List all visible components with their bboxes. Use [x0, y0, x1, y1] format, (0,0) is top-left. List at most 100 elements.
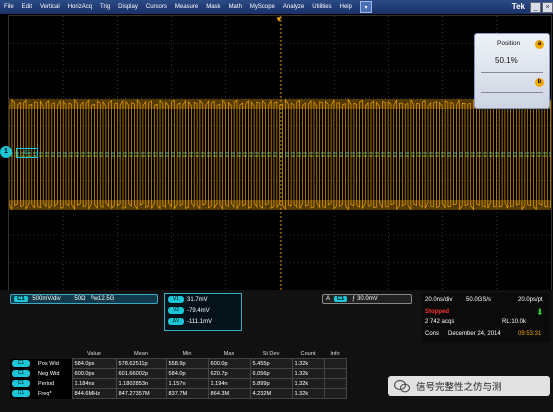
divider — [481, 72, 543, 73]
menu-item-measure[interactable]: Measure — [171, 4, 202, 10]
channel-pill: C1 — [12, 390, 30, 397]
chat-bubble-icon — [394, 379, 410, 393]
meas-min: 1.157n — [165, 378, 209, 389]
menu-item-display[interactable]: Display — [114, 4, 142, 10]
menu-item-edit[interactable]: Edit — [18, 4, 36, 10]
menu-item-horizacq[interactable]: HorizAcq — [64, 4, 96, 10]
cursor-value: -79.4mV — [187, 307, 210, 314]
position-value: 50.1% — [495, 56, 518, 65]
meas-value: 584.0ps — [71, 358, 117, 369]
cursor-readout[interactable]: V1 31.7mV V2 -79.4mV ΔV -111.1mV — [164, 293, 242, 331]
menu-item-math[interactable]: Math — [225, 4, 246, 10]
sample-rate: 50.0GS/s — [466, 297, 492, 303]
measurement-row[interactable]: C1 Neg Wid 600.0ps 601.66002p 584.0p 620… — [10, 368, 347, 379]
waveform-display[interactable] — [8, 15, 552, 291]
trigger-position-marker[interactable]: ▼ — [275, 15, 283, 24]
waveform-high-band — [9, 99, 551, 109]
measurement-row[interactable]: C1 Pos Wid 584.0ps 578.62511p 558.9p 600… — [10, 358, 347, 369]
meas-mean: 847.27357M — [115, 388, 167, 399]
menu-dropdown-button[interactable]: ▾ — [359, 1, 372, 13]
meas-count: 1.32k — [291, 378, 325, 389]
header-cell: Info — [330, 351, 340, 357]
minimize-button[interactable]: _ — [530, 2, 541, 13]
meas-max: 864.3M — [207, 388, 251, 399]
brand-logo: Tek — [511, 2, 525, 11]
record-length: RL:10.0k — [502, 319, 527, 325]
meas-min: 837.7M — [165, 388, 209, 399]
divider — [481, 92, 543, 93]
acq-mode: Cons — [425, 331, 440, 337]
header-cell: Mean — [134, 351, 148, 357]
meas-max: 600.0p — [207, 358, 251, 369]
measurement-row[interactable]: C1 Freq* 844.6MHz 847.27357M 837.7M 864.… — [10, 388, 347, 399]
menu-item-cursors[interactable]: Cursors — [142, 4, 171, 10]
meas-value: 844.6MHz — [71, 388, 117, 399]
ch1-scale: 500mV/div — [32, 296, 61, 302]
measurement-table[interactable]: Value Mean Min Max St Dev Count Info C1 … — [10, 350, 347, 399]
channel-pill: C1 — [12, 380, 30, 387]
meas-min: 584.0p — [165, 368, 209, 379]
menu-item-myscope[interactable]: MyScope — [246, 4, 279, 10]
measurement-row[interactable]: C1 Period 1.184ns 1.1802853n 1.157n 1.19… — [10, 378, 347, 389]
channel-cell: C1 — [10, 378, 36, 389]
menu-item-file[interactable]: File — [0, 4, 18, 10]
menu-item-analyze[interactable]: Analyze — [279, 4, 308, 10]
watermark-text: 信号完整性之仿与测 — [416, 382, 502, 393]
meas-stdev: 6.056p — [249, 368, 293, 379]
cursor-value: -111.1mV — [187, 318, 213, 325]
channel-cell: C1 — [10, 368, 36, 379]
cursor-row: ΔV -111.1mV — [165, 316, 241, 327]
waveform-low-band — [9, 200, 551, 210]
close-button[interactable]: × — [542, 2, 553, 13]
resolution: 20.0ps/pt — [518, 297, 543, 303]
ch1-impedance: 50Ω — [74, 296, 86, 302]
trigger-level: 30.0mV — [357, 296, 378, 302]
menu-item-mask[interactable]: Mask — [202, 4, 224, 10]
header-cell: Value — [87, 351, 101, 357]
timebase: 20.0ns/div — [425, 297, 453, 303]
meas-max: 1.194n — [207, 378, 251, 389]
acq-state: Stopped — [425, 309, 449, 315]
meas-name: Period — [36, 378, 72, 389]
menu-item-trig[interactable]: Trig — [96, 4, 114, 10]
channel-pill: C1 — [12, 370, 30, 377]
ch1-trigger-level-tag[interactable]: C1 — [16, 148, 38, 158]
meas-info — [323, 358, 347, 369]
meas-count: 1.32k — [291, 358, 325, 369]
meas-info — [323, 368, 347, 379]
ch1-ground-marker[interactable]: 1 — [0, 146, 12, 158]
knob-b-icon[interactable]: b — [535, 78, 544, 87]
trigger-slope-icon: ƒ — [352, 296, 356, 302]
menu-item-utilities[interactable]: Utilities — [308, 4, 335, 10]
cursor-tag: V1 — [168, 296, 184, 303]
cursor-value: 31.7mV — [187, 296, 208, 303]
header-cell: St Dev — [262, 351, 280, 357]
meas-count: 1.32k — [291, 368, 325, 379]
date: December 24, 2014 — [448, 331, 501, 337]
menu-bar: File Edit Vertical HorizAcq Trig Display Curso… — [0, 0, 553, 14]
meas-count: 1.32k — [291, 388, 325, 399]
position-title: Position — [497, 40, 521, 47]
position-panel[interactable]: Position a 50.1% b — [474, 33, 550, 109]
meas-max: 620.7p — [207, 368, 251, 379]
channel-cell: C1 — [10, 358, 36, 369]
ch1-readout[interactable]: C1 500mV/div 50Ω ᴮw12.5G — [10, 294, 158, 304]
meas-info — [323, 388, 347, 399]
knob-a-icon[interactable]: a — [535, 40, 544, 49]
meas-stdev: 5.455p — [249, 358, 293, 369]
header-cell — [10, 350, 36, 359]
cursor-tag: V2 — [168, 307, 184, 314]
meas-name: Pos Wid — [36, 358, 72, 369]
trigger-readout[interactable]: A C1 ƒ 30.0mV — [322, 294, 412, 304]
measurement-header-row: Value Mean Min Max St Dev Count Info — [10, 350, 346, 359]
trigger-a-icon: A — [326, 296, 331, 302]
graticule — [9, 16, 551, 290]
meas-mean: 578.62511p — [115, 358, 167, 369]
cursor-row: V1 31.7mV — [165, 294, 241, 305]
menu-item-vertical[interactable]: Vertical — [36, 4, 64, 10]
menu-item-help[interactable]: Help — [336, 4, 356, 10]
cursor-row: V2 -79.4mV — [165, 305, 241, 316]
meas-value: 1.184ns — [71, 378, 117, 389]
header-cell — [36, 350, 72, 359]
acquisition-readout[interactable]: 20.0ns/div 50.0GS/s 20.0ps/pt Stopped ⬇ … — [422, 293, 550, 342]
